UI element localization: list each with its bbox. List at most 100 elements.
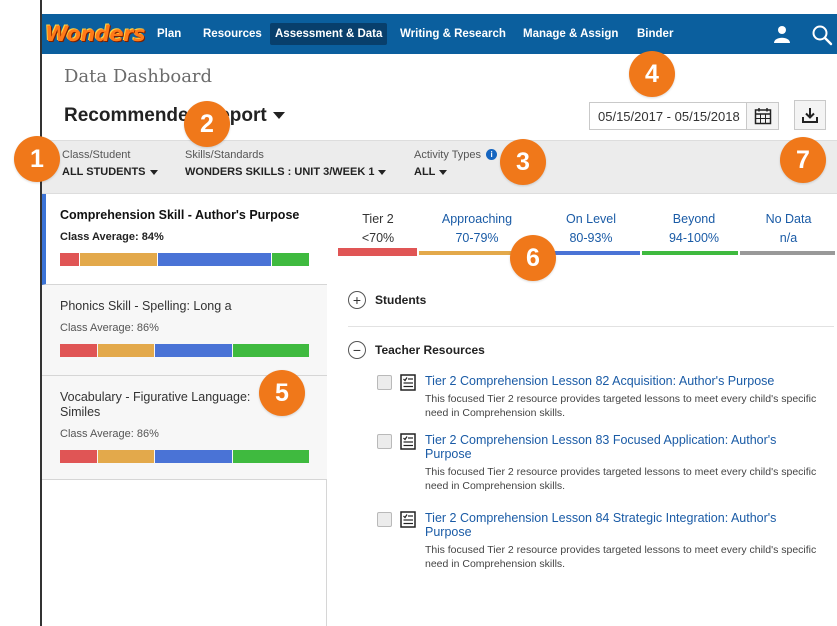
tier-name: Tier 2 bbox=[362, 212, 394, 226]
calendar-button[interactable] bbox=[746, 103, 778, 129]
nav-binder[interactable]: Binder bbox=[632, 23, 678, 45]
callout-2: 2 bbox=[184, 101, 230, 147]
download-icon bbox=[802, 108, 818, 123]
callout-4: 4 bbox=[629, 51, 675, 97]
activity-value: ALL bbox=[414, 166, 436, 178]
segment-tier2 bbox=[60, 253, 79, 266]
tier-name: No Data bbox=[765, 212, 812, 226]
search-icon[interactable] bbox=[811, 24, 833, 46]
callout-6: 6 bbox=[510, 235, 556, 281]
download-button[interactable] bbox=[794, 100, 826, 130]
tier-bar-tier2 bbox=[338, 248, 417, 256]
tier-tab-tier2[interactable]: Tier 2 <70% bbox=[338, 210, 418, 248]
score-distribution-bar bbox=[60, 253, 310, 266]
resource-description: This focused Tier 2 resource provides ta… bbox=[425, 393, 817, 419]
segment-tier2 bbox=[60, 344, 97, 357]
skill-average: Class Average: 86% bbox=[60, 322, 159, 334]
filter-class-student[interactable]: Class/Student ALL STUDENTS bbox=[62, 149, 158, 178]
resource-title-link[interactable]: Tier 2 Comprehension Lesson 84 Strategic… bbox=[425, 511, 825, 539]
lesson-document-icon bbox=[400, 374, 416, 391]
tier-name: Approaching bbox=[441, 212, 513, 226]
score-distribution-bar bbox=[60, 344, 310, 357]
chevron-down-icon bbox=[149, 169, 158, 175]
segment-beyond bbox=[272, 253, 309, 266]
resource-title-link[interactable]: Tier 2 Comprehension Lesson 83 Focused A… bbox=[425, 433, 825, 461]
callout-3: 3 bbox=[500, 139, 546, 185]
resource-checkbox[interactable] bbox=[377, 434, 392, 449]
skill-card[interactable]: Comprehension Skill - Author's Purpose C… bbox=[42, 194, 327, 285]
user-icon[interactable] bbox=[773, 25, 791, 43]
tier-tab-on-level[interactable]: On Level 80-93% bbox=[536, 210, 646, 248]
segment-approaching bbox=[97, 450, 155, 463]
filter-activity-types[interactable]: Activity Types i ALL bbox=[414, 149, 498, 178]
tier-range: 94-100% bbox=[668, 231, 720, 245]
app-frame: Wonders Plan Resources Assessment & Data… bbox=[40, 0, 837, 626]
report-selector[interactable]: Recommended Report bbox=[64, 105, 285, 127]
tier-name: Beyond bbox=[672, 212, 716, 226]
segment-tier2 bbox=[60, 450, 97, 463]
teacher-resources-label: Teacher Resources bbox=[375, 343, 485, 357]
score-distribution-bar bbox=[60, 450, 310, 463]
class-student-value: ALL STUDENTS bbox=[62, 166, 146, 178]
filter-skills-standards[interactable]: Skills/Standards WONDERS SKILLS : UNIT 3… bbox=[185, 149, 387, 178]
skill-average: Class Average: 84% bbox=[60, 231, 164, 243]
segment-on-level bbox=[155, 344, 232, 357]
skill-title: Vocabulary - Figurative Language: Simile… bbox=[60, 390, 251, 419]
page-title: Data Dashboard bbox=[64, 66, 213, 87]
resource-item: Tier 2 Comprehension Lesson 84 Strategic… bbox=[377, 511, 827, 575]
tier-bar-no-data bbox=[740, 251, 835, 255]
callout-1: 1 bbox=[14, 136, 60, 182]
nav-resources[interactable]: Resources bbox=[198, 23, 267, 45]
skill-average: Class Average: 86% bbox=[60, 428, 159, 440]
nav-assessment-data[interactable]: Assessment & Data bbox=[270, 23, 388, 45]
tier-tab-beyond[interactable]: Beyond 94-100% bbox=[646, 210, 742, 248]
filter-value: ALL STUDENTS bbox=[62, 166, 158, 178]
resource-item: Tier 2 Comprehension Lesson 83 Focused A… bbox=[377, 433, 827, 497]
students-section-toggle[interactable]: + Students bbox=[348, 291, 426, 309]
calendar-icon bbox=[754, 108, 771, 125]
tier-color-bars bbox=[338, 248, 835, 256]
filter-label: Activity Types i bbox=[414, 149, 498, 161]
segment-beyond bbox=[232, 450, 309, 463]
chevron-down-icon bbox=[439, 169, 448, 175]
segment-on-level bbox=[155, 450, 232, 463]
skill-title: Phonics Skill - Spelling: Long a bbox=[60, 299, 232, 313]
info-icon[interactable]: i bbox=[486, 149, 498, 160]
expand-icon: + bbox=[348, 291, 366, 309]
skill-title: Comprehension Skill - Author's Purpose bbox=[60, 208, 300, 222]
chevron-down-icon bbox=[272, 112, 285, 120]
date-range-value: 05/15/2017 - 05/15/2018 bbox=[598, 109, 740, 124]
tier-range: <70% bbox=[361, 231, 395, 245]
filter-label: Class/Student bbox=[62, 149, 131, 161]
filter-value: WONDERS SKILLS : UNIT 3/WEEK 1 bbox=[185, 166, 387, 178]
logo-text: Wonders bbox=[44, 22, 146, 46]
filter-label: Skills/Standards bbox=[185, 149, 264, 161]
segment-approaching bbox=[79, 253, 157, 266]
tier-name: On Level bbox=[565, 212, 617, 226]
collapse-icon: − bbox=[348, 341, 366, 359]
resource-checkbox[interactable] bbox=[377, 512, 392, 527]
tier-tab-no-data[interactable]: No Data n/a bbox=[742, 210, 835, 248]
activity-label: Activity Types bbox=[414, 149, 482, 161]
lesson-document-icon bbox=[400, 433, 416, 450]
resource-description: This focused Tier 2 resource provides ta… bbox=[425, 466, 817, 492]
divider bbox=[348, 326, 834, 327]
date-range-field[interactable]: 05/15/2017 - 05/15/2018 bbox=[589, 102, 779, 130]
top-nav: Wonders Plan Resources Assessment & Data… bbox=[42, 14, 837, 54]
report-title: Recommended Report bbox=[64, 105, 267, 126]
wonders-logo[interactable]: Wonders bbox=[45, 16, 146, 52]
nav-plan[interactable]: Plan bbox=[152, 23, 186, 45]
tier-bar-beyond bbox=[642, 251, 738, 255]
resource-checkbox[interactable] bbox=[377, 375, 392, 390]
skill-card[interactable]: Phonics Skill - Spelling: Long a Class A… bbox=[42, 285, 327, 376]
filter-value: ALL bbox=[414, 166, 497, 178]
nav-manage-assign[interactable]: Manage & Assign bbox=[518, 23, 623, 45]
nav-writing-research[interactable]: Writing & Research bbox=[395, 23, 511, 45]
resource-description: This focused Tier 2 resource provides ta… bbox=[425, 544, 817, 570]
teacher-resources-section-toggle[interactable]: − Teacher Resources bbox=[348, 341, 485, 359]
segment-beyond bbox=[232, 344, 309, 357]
resource-title-link[interactable]: Tier 2 Comprehension Lesson 82 Acquisiti… bbox=[425, 374, 825, 388]
tier-range: n/a bbox=[779, 231, 798, 245]
segment-approaching bbox=[97, 344, 155, 357]
segment-on-level bbox=[157, 253, 272, 266]
